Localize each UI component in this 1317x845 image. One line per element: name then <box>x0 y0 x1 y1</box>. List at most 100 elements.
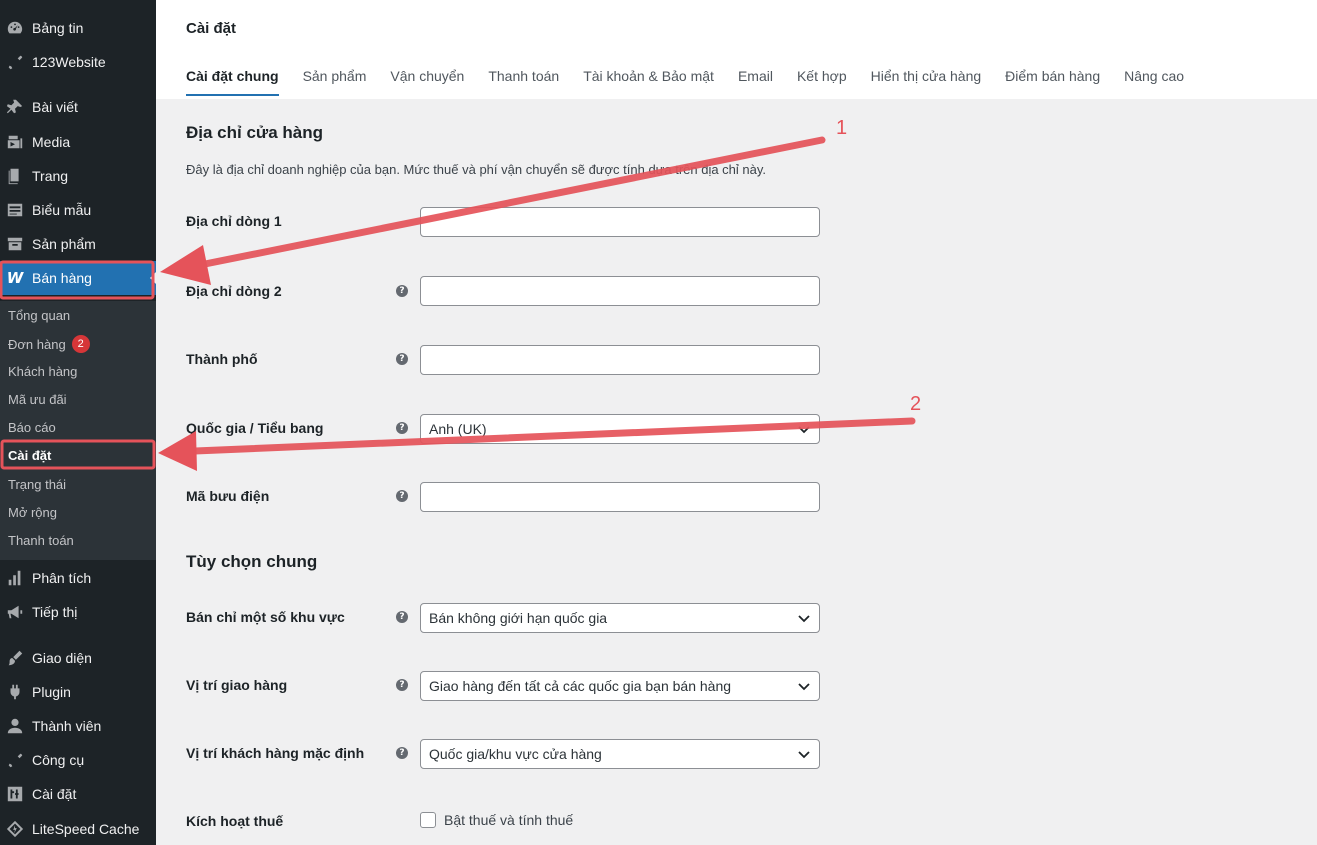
sidebar-item-label: Phân tích <box>32 570 92 586</box>
plugin-icon <box>5 682 25 702</box>
default-customer-location-value: Quốc gia/khu vực cửa hàng <box>429 746 602 762</box>
default-customer-location-select[interactable]: Quốc gia/khu vực cửa hàng <box>420 739 820 769</box>
sidebar-item-label: Công cụ <box>32 752 85 768</box>
chart-icon <box>5 568 25 588</box>
address2-label: Địa chỉ dòng 2 <box>186 283 282 299</box>
sidebar-item-label: Bán hàng <box>32 270 92 286</box>
orders-count-badge: 2 <box>71 335 90 353</box>
media-icon <box>5 132 25 152</box>
sidebar-item-analytics[interactable]: Phân tích <box>0 561 156 595</box>
sidebar-item-label: LiteSpeed Cache <box>32 821 140 837</box>
sidebar-item-litespeed[interactable]: LiteSpeed Cache <box>0 812 156 845</box>
tab-products[interactable]: Sản phẩm <box>303 68 367 96</box>
sidebar-item-tools[interactable]: Công cụ <box>0 743 156 777</box>
submenu-item-coupons[interactable]: Mã ưu đãi <box>8 392 67 407</box>
store-address-heading: Địa chỉ cửa hàng <box>186 123 324 142</box>
sidebar-item-pages[interactable]: Trang <box>0 159 156 193</box>
megaphone-icon <box>5 602 25 622</box>
tab-point-of-sale[interactable]: Điểm bán hàng <box>1005 68 1100 96</box>
sidebar-item-marketing[interactable]: Tiếp thị <box>0 595 156 629</box>
sidebar-item-label: Cài đặt <box>32 786 77 802</box>
enable-taxes-checkbox-label: Bật thuế và tính thuế <box>444 812 574 828</box>
enable-taxes-checkbox[interactable] <box>420 812 436 828</box>
tab-advanced[interactable]: Nâng cao <box>1124 68 1184 96</box>
annotation-label-1: 1 <box>836 117 848 139</box>
submenu-item-extensions[interactable]: Mở rộng <box>8 505 57 520</box>
sidebar-item-label: Trang <box>32 168 69 184</box>
shipping-location-label: Vị trí giao hàng <box>186 677 288 693</box>
sidebar-item-users[interactable]: Thành viên <box>0 709 156 743</box>
sidebar-item-appearance[interactable]: Giao diện <box>0 641 156 675</box>
sidebar-item-woocommerce[interactable]: W Bán hàng <box>0 261 156 295</box>
address1-label: Địa chỉ dòng 1 <box>186 213 282 229</box>
postcode-label: Mã bưu điện <box>186 488 270 504</box>
admin-sidebar: Bảng tin 123Website Bài viết Media Trang… <box>0 0 156 845</box>
city-input[interactable] <box>420 345 820 375</box>
country-select[interactable]: Anh (UK) <box>420 414 820 444</box>
country-label: Quốc gia / Tiểu bang <box>186 420 324 436</box>
sidebar-item-plugins[interactable]: Plugin <box>0 675 156 709</box>
sidebar-item-media[interactable]: Media <box>0 125 156 159</box>
sidebar-item-posts[interactable]: Bài viết <box>0 90 156 124</box>
help-icon[interactable]: ? <box>396 679 408 691</box>
submenu-item-overview[interactable]: Tổng quan <box>8 308 70 323</box>
tab-shipping[interactable]: Vận chuyển <box>390 68 464 96</box>
sidebar-item-label: Sản phẩm <box>32 236 96 252</box>
chevron-down-icon <box>798 426 810 434</box>
tab-site-visibility[interactable]: Hiển thị cửa hàng <box>871 68 982 96</box>
submenu-item-reports[interactable]: Báo cáo <box>8 420 56 435</box>
woocommerce-submenu: Tổng quan Đơn hàng 2 Khách hàng Mã ưu đãi… <box>0 301 156 560</box>
submenu-item-orders[interactable]: Đơn hàng 2 <box>8 335 90 353</box>
selling-location-select[interactable]: Bán không giới hạn quốc gia <box>420 603 820 633</box>
address2-input[interactable] <box>420 276 820 306</box>
tools-icon <box>5 750 25 770</box>
help-icon[interactable]: ? <box>396 353 408 365</box>
tab-accounts-privacy[interactable]: Tài khoản & Bảo mật <box>583 68 714 96</box>
help-icon[interactable]: ? <box>396 285 408 297</box>
sidebar-item-products[interactable]: Sản phẩm <box>0 227 156 261</box>
form-icon <box>5 200 25 220</box>
user-icon <box>5 716 25 736</box>
chevron-down-icon <box>798 615 810 623</box>
shipping-location-value: Giao hàng đến tất cả các quốc gia bạn bá… <box>429 678 732 694</box>
tab-integration[interactable]: Kết hợp <box>797 68 847 96</box>
sidebar-item-forms[interactable]: Biểu mẫu <box>0 193 156 227</box>
general-options-heading: Tùy chọn chung <box>186 552 318 571</box>
annotation-label-2: 2 <box>910 393 922 415</box>
help-icon[interactable]: ? <box>396 747 408 759</box>
sidebar-item-dashboard[interactable]: Bảng tin <box>0 11 156 45</box>
enable-taxes-label: Kích hoạt thuế <box>186 813 284 829</box>
archive-icon <box>5 234 25 254</box>
tab-general[interactable]: Cài đặt chung <box>186 68 279 96</box>
sidebar-item-label: Bảng tin <box>32 20 84 36</box>
submenu-item-customers[interactable]: Khách hàng <box>8 364 77 379</box>
settings-content: Địa chỉ cửa hàng Đây là địa chỉ doanh ng… <box>156 99 1317 845</box>
enable-taxes-row: Bật thuế và tính thuế <box>420 812 573 828</box>
sidebar-item-label: Tiếp thị <box>32 604 78 620</box>
settings-tabs: Cài đặt chung Sản phẩm Vận chuyển Thanh … <box>186 68 1208 96</box>
tab-payments[interactable]: Thanh toán <box>488 68 559 96</box>
sidebar-item-label: Biểu mẫu <box>32 202 92 218</box>
postcode-input[interactable] <box>420 482 820 512</box>
chevron-down-icon <box>798 751 810 759</box>
woocommerce-icon: W <box>6 269 24 287</box>
shipping-location-select[interactable]: Giao hàng đến tất cả các quốc gia bạn bá… <box>420 671 820 701</box>
sidebar-item-label: 123Website <box>32 54 106 70</box>
default-customer-location-label: Vị trí khách hàng mặc định <box>186 745 365 761</box>
help-icon[interactable]: ? <box>396 490 408 502</box>
sidebar-item-123website[interactable]: 123Website <box>0 45 156 79</box>
litespeed-icon <box>5 819 25 839</box>
settings-header: Cài đặt Cài đặt chung Sản phẩm Vận chuyể… <box>156 0 1317 99</box>
submenu-item-payments[interactable]: Thanh toán <box>8 533 74 548</box>
address1-input[interactable] <box>420 207 820 237</box>
settings-icon <box>5 784 25 804</box>
submenu-item-status[interactable]: Trạng thái <box>8 477 66 492</box>
sidebar-item-settings[interactable]: Cài đặt <box>0 777 156 811</box>
dashboard-icon <box>5 18 25 38</box>
city-label: Thành phố <box>186 351 258 367</box>
help-icon[interactable]: ? <box>396 611 408 623</box>
wrench-icon <box>5 52 25 72</box>
help-icon[interactable]: ? <box>396 422 408 434</box>
submenu-item-settings[interactable]: Cài đặt <box>8 448 51 463</box>
tab-emails[interactable]: Email <box>738 68 773 96</box>
